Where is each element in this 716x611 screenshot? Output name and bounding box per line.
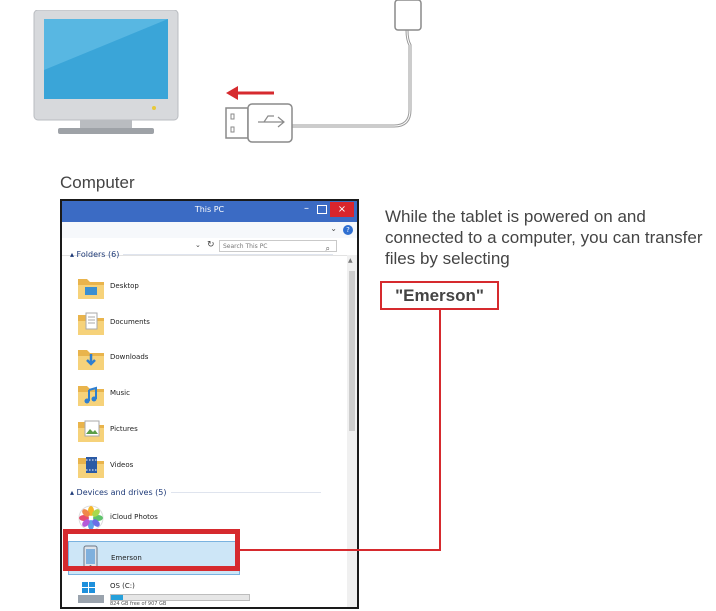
downloads-folder-icon: [78, 350, 104, 370]
desktop-folder-icon: [78, 279, 104, 299]
folder-label: Desktop: [110, 282, 139, 290]
folder-item-videos[interactable]: Videos: [76, 452, 341, 480]
drive-usage-bar: [110, 594, 250, 601]
music-folder-icon: [78, 386, 104, 406]
device-label: iCloud Photos: [110, 513, 158, 521]
folders-header-label: ▴ Folders (6): [70, 250, 120, 259]
windows-drive-icon: [78, 582, 104, 603]
vertical-scrollbar[interactable]: ▲: [347, 255, 357, 607]
title-bar: This PC – ×: [62, 201, 357, 222]
emerson-highlight-box: [63, 529, 240, 571]
folder-label: Music: [110, 389, 130, 397]
drive-free-space: 824 GB free of 907 GB: [110, 601, 167, 607]
folder-item-documents[interactable]: Documents: [76, 309, 341, 337]
folder-label: Pictures: [110, 425, 138, 433]
videos-folder-icon: [78, 457, 104, 478]
instruction-text: While the tablet is powered on and conne…: [385, 207, 703, 268]
pictures-folder-icon: [78, 420, 104, 442]
refresh-icon[interactable]: ↻: [207, 240, 215, 250]
ribbon-collapse-icon[interactable]: ⌄: [330, 224, 337, 233]
folder-label: Downloads: [110, 353, 149, 361]
folder-label: Documents: [110, 318, 150, 326]
folder-label: Videos: [110, 461, 134, 469]
devices-header-label: ▴ Devices and drives (5): [70, 488, 167, 497]
drive-label: OS (C:): [110, 582, 135, 590]
device-item-icloud-photos[interactable]: iCloud Photos: [76, 504, 341, 532]
folder-item-music[interactable]: Music: [76, 380, 341, 408]
folder-item-downloads[interactable]: Downloads: [76, 344, 341, 372]
computer-caption: Computer: [60, 173, 135, 192]
window-title: This PC: [194, 205, 225, 214]
documents-folder-icon: [78, 312, 104, 335]
folders-section-header[interactable]: ▴ Folders (6): [70, 250, 334, 259]
icloud-photos-icon: [78, 505, 104, 531]
address-dropdown-icon[interactable]: ⌄: [195, 241, 201, 249]
maximize-button[interactable]: [317, 205, 327, 214]
search-placeholder: Search This PC: [223, 243, 268, 250]
close-button[interactable]: ×: [330, 202, 354, 217]
ribbon-row: ⌄ ?: [62, 222, 357, 238]
emerson-highlight-label: "Emerson": [380, 281, 499, 310]
scrollbar-thumb[interactable]: [349, 271, 355, 431]
minimize-button[interactable]: –: [304, 203, 309, 214]
drive-item-os-c[interactable]: OS (C:) 824 GB free of 907 GB: [76, 579, 341, 607]
help-icon[interactable]: ?: [343, 225, 353, 235]
drive-usage-fill: [111, 595, 124, 600]
usb-cable-illustration: [225, 0, 422, 143]
folder-item-desktop[interactable]: Desktop: [76, 273, 341, 301]
computer-monitor-illustration: [33, 10, 179, 134]
devices-section-header[interactable]: ▴ Devices and drives (5): [70, 488, 321, 497]
folder-item-pictures[interactable]: Pictures: [76, 416, 341, 444]
scroll-up-icon[interactable]: ▲: [348, 257, 353, 264]
